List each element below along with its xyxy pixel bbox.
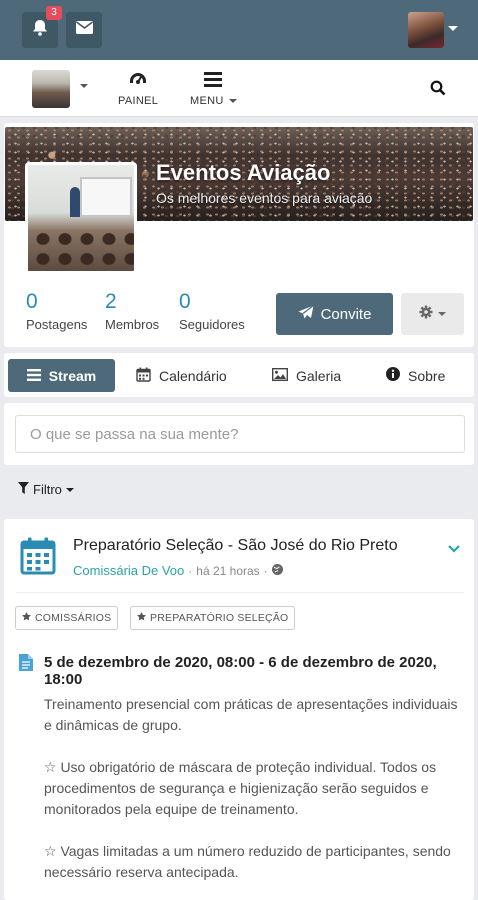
filter-icon xyxy=(18,482,29,497)
tab-label: Sobre xyxy=(408,367,446,384)
gear-icon xyxy=(419,305,433,324)
topic-tag[interactable]: COMISSÁRIOS xyxy=(15,606,119,630)
info-icon xyxy=(386,367,400,384)
dashboard-icon xyxy=(129,71,147,90)
user-menu-caret-icon[interactable] xyxy=(448,26,458,31)
calendar-icon xyxy=(136,367,151,385)
event-description: Treinamento presencial com práticas de a… xyxy=(44,696,458,880)
post-meta: Comissária De Voo · há 21 horas · xyxy=(73,563,283,578)
messages-button[interactable] xyxy=(66,12,102,48)
nav-painel[interactable]: PAINEL xyxy=(118,68,158,107)
nav-painel-label: PAINEL xyxy=(118,95,159,107)
tab-sobre[interactable]: Sobre xyxy=(376,359,455,392)
space-chooser-caret-icon[interactable] xyxy=(80,84,88,88)
hamburger-icon xyxy=(204,72,223,90)
tab-calendario[interactable]: Calendário xyxy=(126,359,237,392)
post-options-chevron-down-icon[interactable] xyxy=(448,540,460,558)
notification-count-badge: 3 xyxy=(46,6,62,20)
bell-icon xyxy=(32,19,48,41)
topic-tag[interactable]: PREPARATÓRIO SELEÇÃO xyxy=(130,606,296,630)
space-tabs: Stream Calendário Galeria Sobre xyxy=(4,353,474,397)
nav-menu-label: MENU xyxy=(190,95,224,107)
tab-stream[interactable]: Stream xyxy=(8,359,115,392)
file-text-icon xyxy=(19,654,33,676)
stat-followers[interactable]: 0 Seguidores xyxy=(179,290,245,332)
tab-label: Calendário xyxy=(159,367,227,384)
meta-separator: · xyxy=(263,563,268,578)
top-bar: 3 xyxy=(0,0,478,60)
menu-caret-icon xyxy=(228,99,237,103)
event-date-range: 5 de dezembro de 2020, 08:00 - 6 de deze… xyxy=(44,654,437,688)
globe-icon xyxy=(271,563,283,578)
meta-separator: · xyxy=(188,563,193,578)
stat-label: Postagens xyxy=(26,317,88,332)
space-chooser-thumbnail[interactable] xyxy=(32,70,70,108)
stat-value: 2 xyxy=(105,290,117,313)
stat-members[interactable]: 2 Membros xyxy=(105,290,159,332)
stat-label: Seguidores xyxy=(179,317,245,332)
filter-label: Filtro xyxy=(33,482,62,497)
star-icon xyxy=(22,612,31,624)
image-icon xyxy=(271,367,289,384)
space-title: Eventos Aviação xyxy=(156,160,331,185)
list-icon xyxy=(26,368,41,384)
space-settings-button[interactable] xyxy=(401,293,464,335)
nav-menu[interactable]: MENU xyxy=(190,68,237,107)
post-space-link[interactable]: Comissária De Voo xyxy=(73,563,184,578)
search-icon[interactable] xyxy=(430,80,446,101)
settings-caret-icon xyxy=(438,312,446,316)
notifications-button[interactable]: 3 xyxy=(22,6,62,48)
tab-label: Galeria xyxy=(296,367,342,384)
post-time[interactable]: há 21 horas xyxy=(196,564,259,578)
topic-tag-label: COMISSÁRIOS xyxy=(35,612,112,624)
paper-plane-icon xyxy=(298,304,314,324)
filter-caret-icon xyxy=(65,487,74,492)
stat-posts[interactable]: 0 Postagens xyxy=(26,290,87,332)
post-title[interactable]: Preparatório Seleção - São José do Rio P… xyxy=(73,537,398,555)
post-divider xyxy=(16,592,464,593)
user-avatar[interactable] xyxy=(408,12,444,48)
space-profile-image xyxy=(25,162,137,274)
star-icon xyxy=(137,612,146,624)
event-calendar-icon xyxy=(20,537,56,580)
invite-button[interactable]: Convite xyxy=(276,293,393,335)
filter-dropdown[interactable]: Filtro xyxy=(18,482,74,497)
tab-label: Stream xyxy=(48,367,97,384)
space-nav-bar: PAINEL MENU xyxy=(0,60,478,117)
topic-tag-label: PREPARATÓRIO SELEÇÃO xyxy=(150,612,289,624)
stat-value: 0 xyxy=(179,290,191,313)
invite-button-label: Convite xyxy=(320,305,372,323)
stat-value: 0 xyxy=(26,290,38,313)
post-composer xyxy=(4,403,474,465)
space-subtitle: Os melhores eventos para aviação xyxy=(156,190,373,206)
post-composer-input[interactable] xyxy=(15,415,465,453)
envelope-icon xyxy=(75,21,93,39)
stat-label: Membros xyxy=(105,317,160,332)
tab-galeria[interactable]: Galeria xyxy=(262,359,351,392)
